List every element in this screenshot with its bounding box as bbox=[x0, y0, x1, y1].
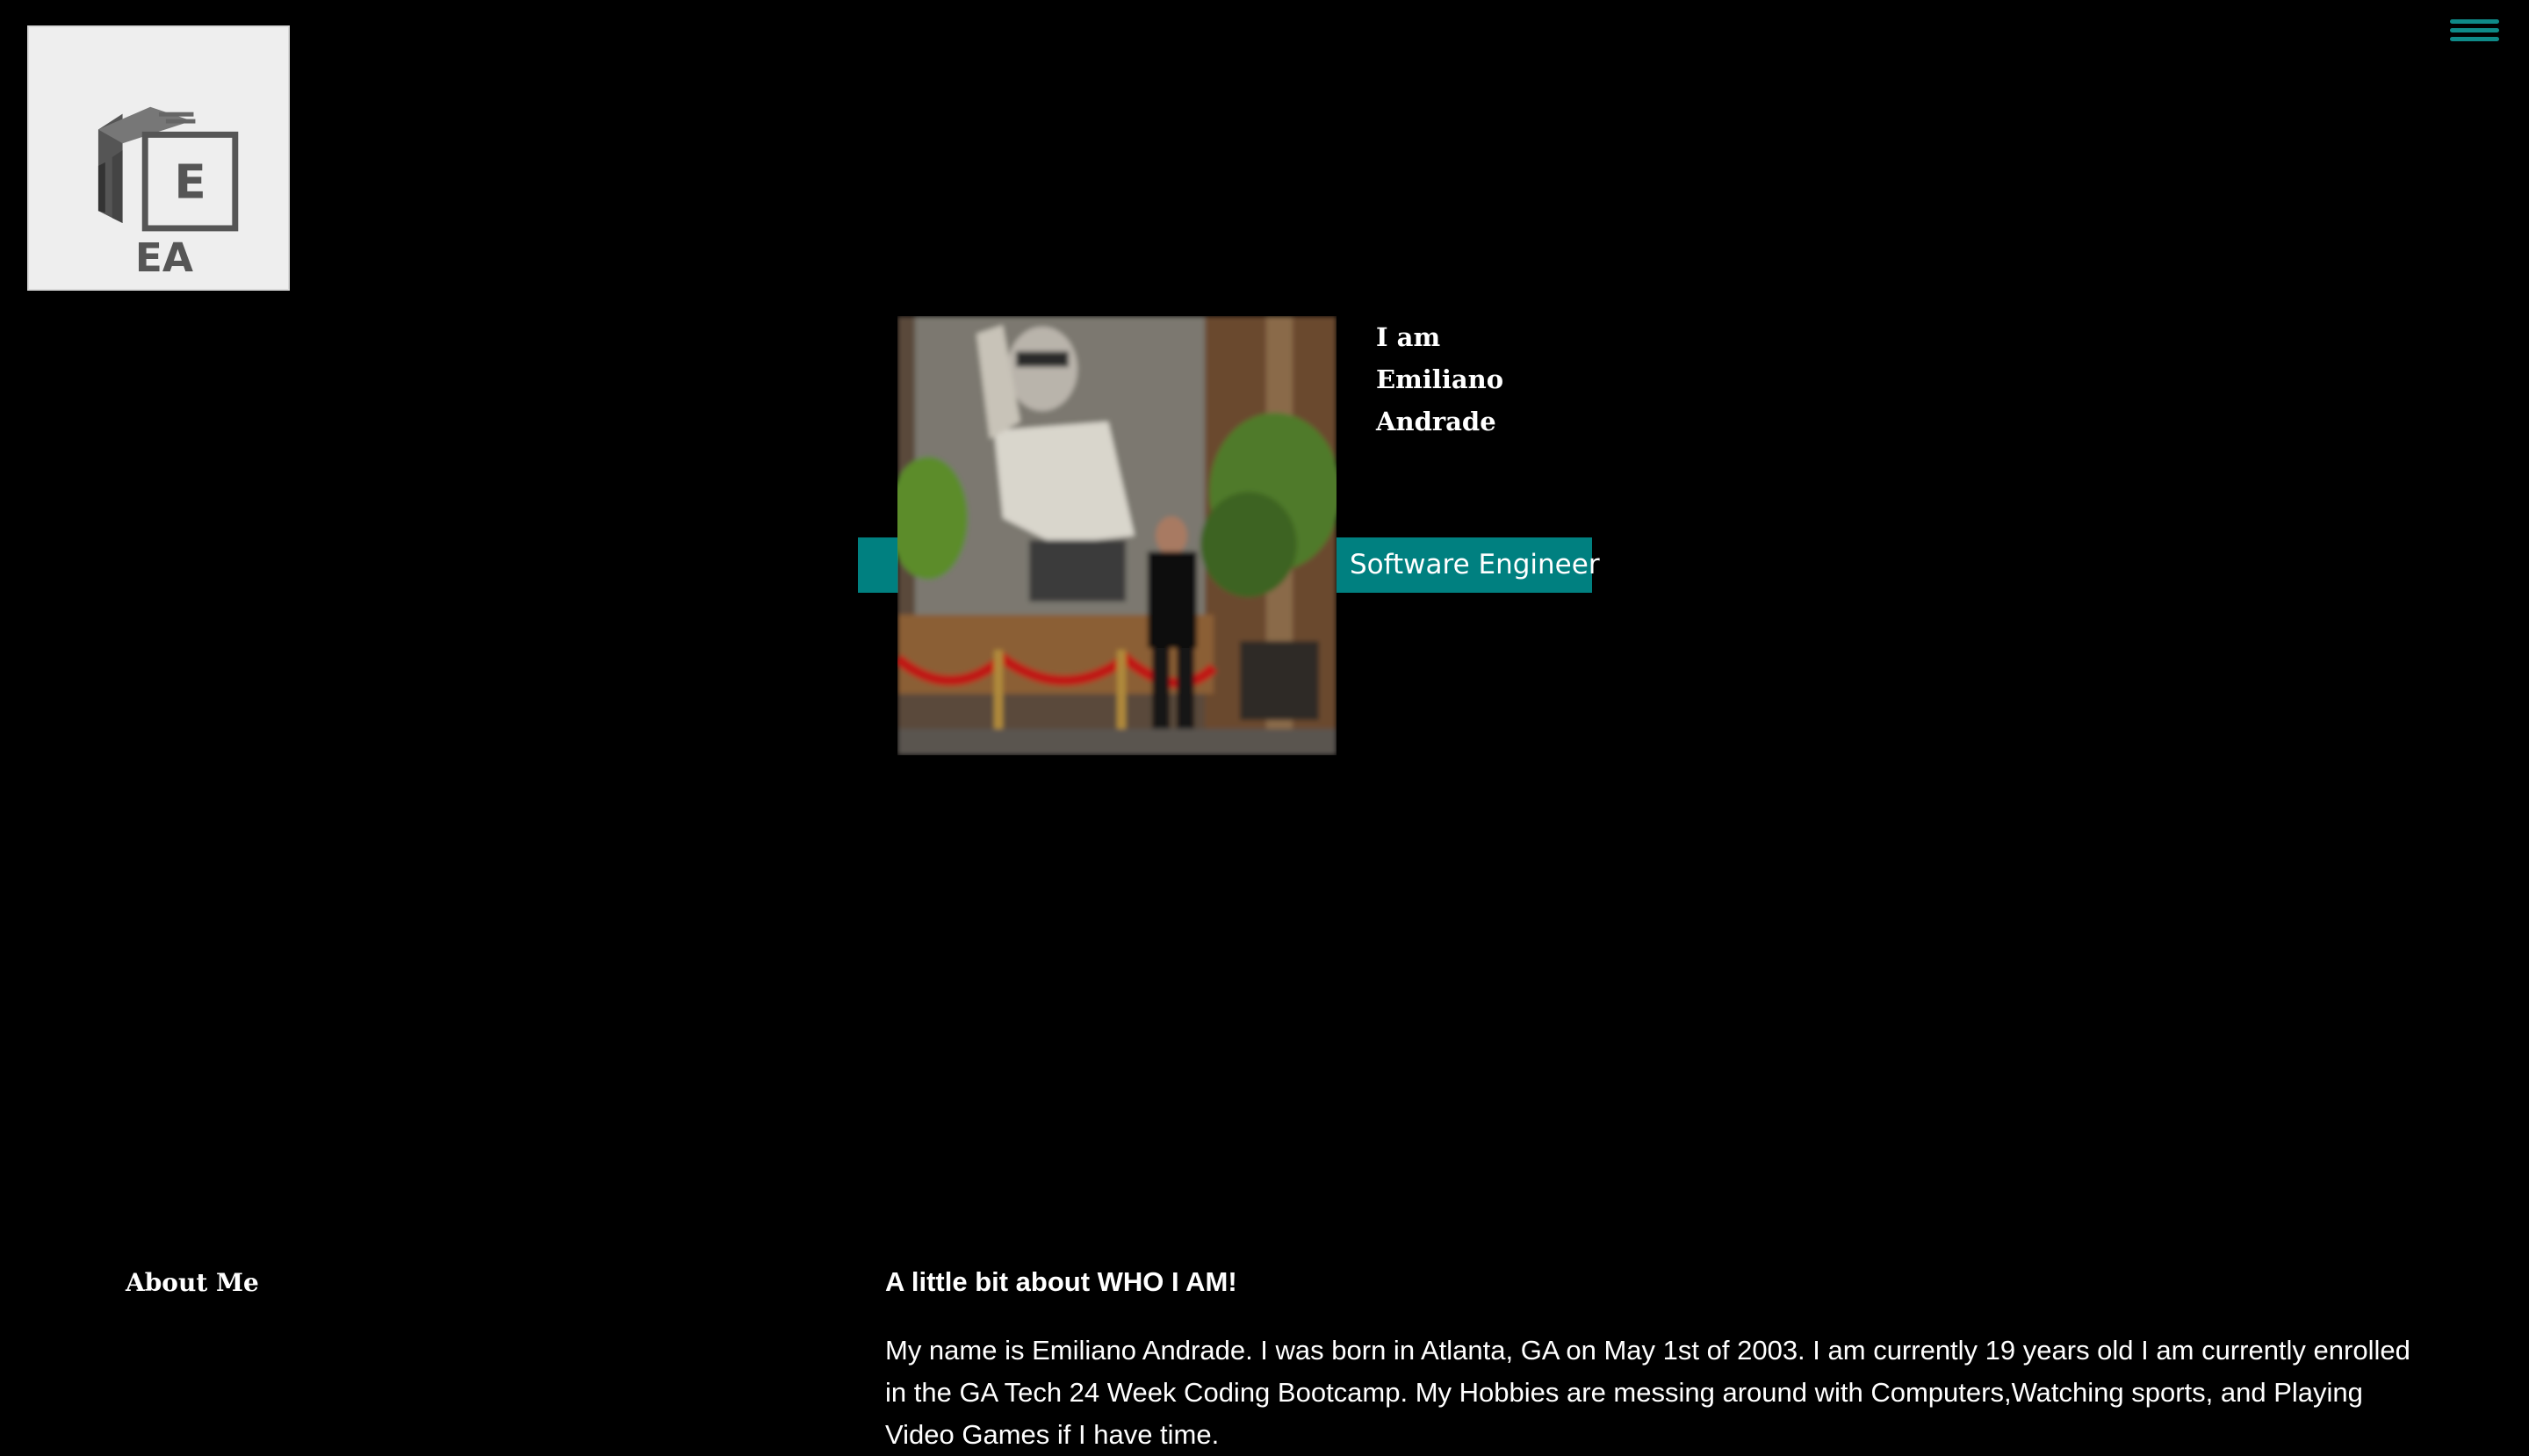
cube-logo-icon: E EA bbox=[97, 106, 239, 281]
site-logo[interactable]: E EA bbox=[27, 25, 290, 291]
hamburger-menu-icon[interactable] bbox=[2450, 16, 2499, 49]
accent-tab bbox=[858, 537, 898, 593]
menu-bar bbox=[2450, 37, 2499, 41]
menu-bar bbox=[2450, 19, 2499, 24]
about-body: My name is Emiliano Andrade. I was born … bbox=[885, 1335, 2410, 1450]
menu-bar bbox=[2450, 28, 2499, 32]
role-badge: Software Engineer bbox=[1337, 537, 1600, 593]
logo-initials: EA bbox=[135, 234, 193, 281]
about-subheading: A little bit about WHO I AM! bbox=[885, 1266, 1237, 1297]
profile-photo bbox=[897, 316, 1337, 755]
logo-letter: E bbox=[174, 155, 205, 209]
hero-intro: I am Emiliano Andrade bbox=[1376, 322, 1504, 436]
about-heading: About Me bbox=[126, 1268, 259, 1297]
